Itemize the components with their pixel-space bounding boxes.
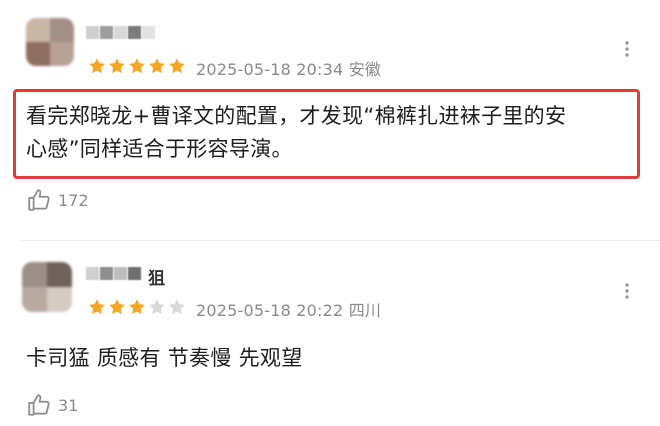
username[interactable]: 狙 (148, 264, 165, 289)
comment-meta: 2025-05-18 20:22 四川 (196, 297, 381, 321)
comment-location: 四川 (348, 301, 382, 320)
comment-text-line: 看完郑晓龙+曹译文的配置，才发现“棉裤扎进袜子里的安 (26, 104, 567, 128)
thumbs-up-icon (28, 394, 50, 416)
comment-item: 2025-05-18 20:34 安徽 看完郑晓龙+曹译文的配置，才发现“棉裤扎… (0, 0, 660, 240)
star-icon (109, 58, 125, 74)
comment-text: 卡司猛 质感有 节奏慢 先观望 (26, 342, 638, 375)
username-blurred[interactable] (86, 267, 141, 280)
comment-meta: 2025-05-18 20:34 安徽 (196, 56, 381, 80)
rating-stars (88, 57, 186, 75)
star-icon (169, 299, 185, 315)
star-icon (149, 58, 165, 74)
comment-date: 2025-05-18 20:22 (196, 301, 344, 320)
star-icon (89, 299, 105, 315)
avatar[interactable] (22, 262, 72, 312)
star-icon (129, 58, 145, 74)
avatar[interactable] (26, 18, 74, 66)
comment-location: 安徽 (348, 60, 382, 79)
star-icon (89, 58, 105, 74)
more-vertical-icon[interactable] (616, 280, 638, 302)
star-icon (169, 58, 185, 74)
thumbs-up-icon (28, 189, 50, 211)
like-button[interactable]: 31 (26, 392, 78, 418)
rating-stars (88, 298, 186, 316)
star-icon (149, 299, 165, 315)
comment-text-line: 卡司猛 质感有 节奏慢 先观望 (26, 346, 303, 370)
like-count: 172 (58, 190, 89, 210)
star-icon (109, 299, 125, 315)
comment-text-line: 心感”同样适合于形容导演。 (26, 137, 293, 161)
like-count: 31 (58, 395, 79, 415)
username-blurred[interactable] (86, 26, 155, 39)
comment-date: 2025-05-18 20:34 (196, 60, 344, 79)
like-button[interactable]: 172 (26, 187, 89, 213)
more-vertical-icon[interactable] (616, 38, 638, 60)
comment-item: 狙 2025-05-18 20:22 四川 卡司猛 质感有 节奏慢 先观望 31 (0, 240, 660, 426)
comment-text: 看完郑晓龙+曹译文的配置，才发现“棉裤扎进袜子里的安 心感”同样适合于形容导演。 (26, 100, 638, 166)
star-icon (129, 299, 145, 315)
